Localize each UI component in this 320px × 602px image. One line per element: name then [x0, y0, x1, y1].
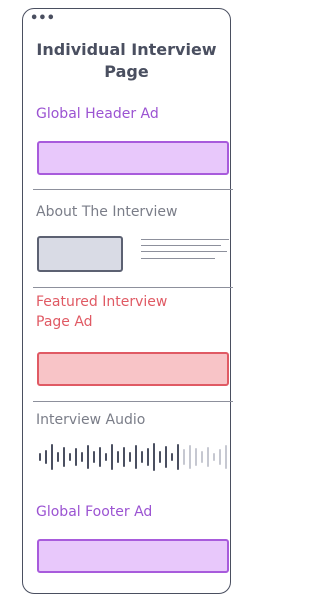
text-line: [141, 239, 229, 240]
divider: [33, 401, 233, 402]
audio-waveform-icon: [39, 443, 227, 471]
featured-ad-label-line-1: Featured Interview: [36, 294, 168, 310]
text-line: [141, 251, 227, 252]
page-title-line-2: Page: [104, 62, 149, 81]
divider: [33, 287, 233, 288]
text-line: [141, 245, 221, 246]
window-dots-icon: •••: [30, 11, 55, 26]
divider: [33, 189, 233, 190]
featured-interview-page-ad-box: [37, 352, 229, 386]
page-title-line-1: Individual Interview: [36, 40, 217, 59]
global-footer-ad-box: [37, 539, 229, 573]
featured-ad-label-line-2: Page Ad: [36, 314, 93, 330]
text-line: [141, 258, 215, 259]
global-footer-ad-label: Global Footer Ad: [36, 504, 153, 520]
page-title: Individual Interview Page: [22, 39, 231, 83]
about-the-interview-label: About The Interview: [36, 204, 178, 220]
interview-thumbnail: [37, 236, 123, 272]
global-header-ad-label: Global Header Ad: [36, 106, 159, 122]
global-header-ad-box: [37, 141, 229, 175]
interview-audio-label: Interview Audio: [36, 412, 146, 428]
featured-interview-page-ad-label: Featured Interview Page Ad: [36, 292, 167, 332]
